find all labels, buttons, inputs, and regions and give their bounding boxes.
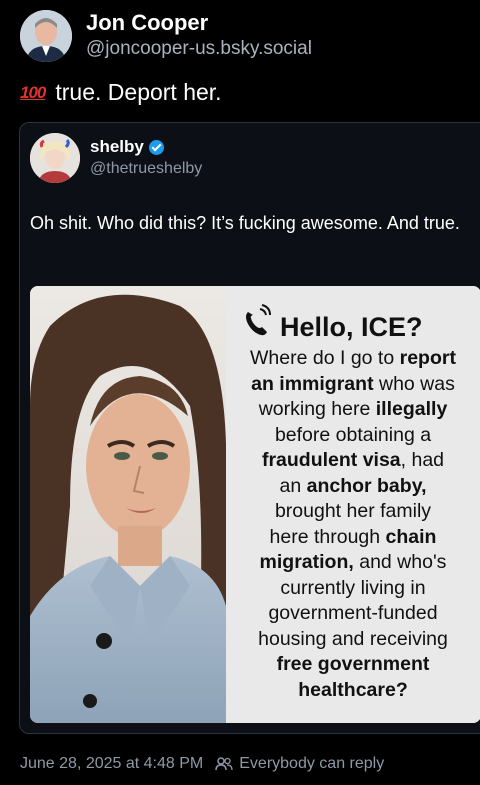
ice-body-line: before obtaining a [228,423,478,449]
ice-body-segment: brought her family [274,500,432,522]
verified-badge-icon [148,139,164,155]
ice-body-segment: here through [269,525,386,548]
ice-body-line: working here illegally [228,397,478,423]
ice-body-bold-segment: fraudulent visa [261,449,401,471]
ice-body-bold-segment: free government [276,653,430,675]
ice-title: Hello, ICE? [280,312,423,342]
author-avatar[interactable] [20,10,72,62]
ice-body-text: Where do I go to report an immigrant who … [228,346,478,703]
100-emoji-icon: 100 [20,82,46,102]
ice-body-line: migration, and who's [228,550,478,576]
post-body: 100 true. Deport her. [20,79,222,106]
ice-body-bold-segment: illegally [375,398,448,420]
ice-body-line: an immigrant who was [228,372,478,398]
quoted-avatar-image [30,133,80,183]
ice-body-segment: housing and receiving [258,627,448,650]
ice-text-graphic: Hello, ICE? Where do I go to report an im… [226,286,480,723]
ice-body-bold-segment: healthcare? [298,678,408,701]
author-avatar-image [20,10,72,62]
ice-body-segment: before obtaining a [274,423,432,446]
quoted-author-name-row[interactable]: shelby [90,137,164,157]
ice-body-segment: government-funded [268,602,438,624]
ice-body-bold-segment: report [399,347,456,369]
post-timestamp[interactable]: June 28, 2025 at 4:48 PM [20,755,203,773]
ice-body-line: fraudulent visa, had [228,448,478,474]
ice-body-segment: who was [373,372,455,395]
quoted-post-card[interactable]: shelby @thetrueshelby Oh shit. Who did t… [19,122,480,734]
ice-body-line: currently living in [228,576,478,602]
ice-body-segment: currently living in [280,576,426,599]
ice-body-bold-segment: chain [385,525,437,548]
author-handle[interactable]: @joncooper-us.bsky.social [86,38,312,60]
portrait-photo [30,286,226,723]
author-name[interactable]: Jon Cooper [86,10,208,36]
ice-body-bold-segment: anchor baby, [306,474,427,497]
post-text: true. Deport her. [55,79,222,105]
quoted-author-handle[interactable]: @thetrueshelby [90,160,202,178]
ice-body-segment: and who's [353,551,447,573]
ice-body-segment: working here [258,398,376,420]
ice-body-segment: an [279,474,307,497]
post-header: Jon Cooper @joncooper-us.bsky.social [0,0,480,70]
ice-body-bold-segment: migration, [259,551,354,573]
ice-body-line: housing and receiving [228,627,478,653]
ice-body-bold-segment: an immigrant [251,372,374,395]
quoted-author-avatar[interactable] [30,133,80,183]
ice-body-line: Where do I go to report [228,346,478,372]
quoted-post-image[interactable]: Hello, ICE? Where do I go to report an im… [30,286,480,723]
people-icon [215,757,233,771]
quoted-author-name[interactable]: shelby [90,137,144,157]
reply-setting[interactable]: Everybody can reply [239,755,384,773]
ice-body-segment: , had [400,449,445,471]
ice-body-line: brought her family [228,499,478,525]
ice-body-line: free government [228,652,478,678]
phone-icon [246,304,271,336]
post-footer: June 28, 2025 at 4:48 PM Everybody can r… [20,755,384,773]
quoted-post-text: Oh shit. Who did this? It’s fucking awes… [30,213,460,233]
ice-body-segment: Where do I go to [250,347,400,369]
ice-body-line: government-funded [228,601,478,627]
ice-body-line: here through chain [228,525,478,551]
ice-body-line: an anchor baby, [228,474,478,500]
ice-body-line: healthcare? [228,678,478,704]
